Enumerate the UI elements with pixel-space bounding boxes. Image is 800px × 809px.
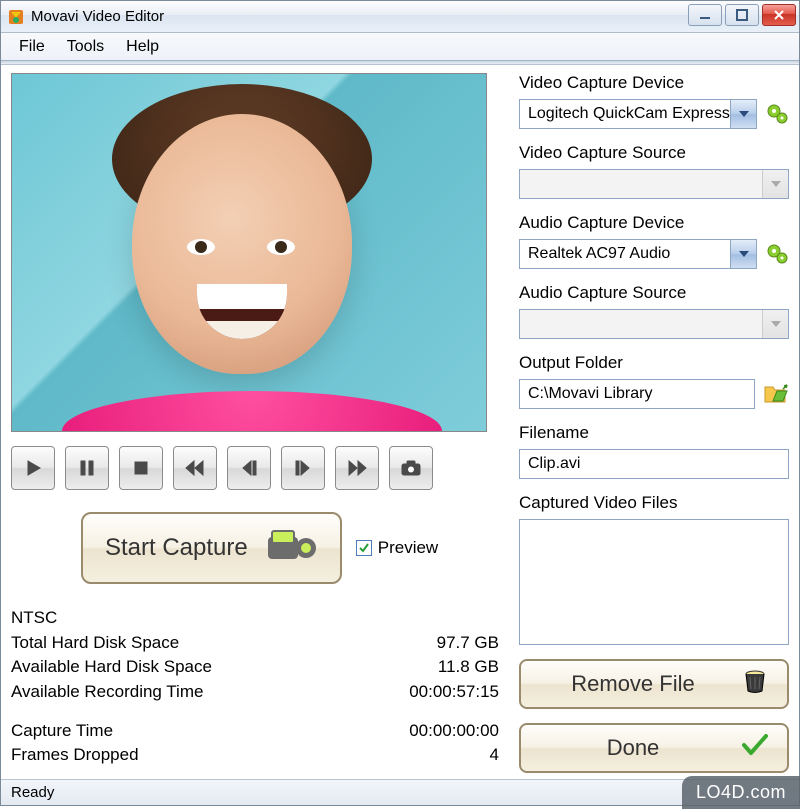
video-source-select (519, 169, 789, 199)
statusbar: Ready (1, 779, 799, 805)
done-label: Done (539, 735, 727, 761)
step-forward-button[interactable] (281, 446, 325, 490)
output-folder-input[interactable]: C:\Movavi Library (519, 379, 755, 409)
play-button[interactable] (11, 446, 55, 490)
window-title: Movavi Video Editor (31, 8, 688, 25)
frames-dropped-value: 4 (490, 743, 499, 768)
total-disk-value: 97.7 GB (437, 631, 499, 656)
start-capture-label: Start Capture (105, 534, 248, 562)
captured-files-label: Captured Video Files (519, 493, 789, 513)
trash-icon (741, 667, 769, 701)
playback-controls (11, 446, 509, 490)
video-device-settings-button[interactable] (765, 102, 789, 126)
captured-files-list[interactable] (519, 519, 789, 645)
minimize-button[interactable] (688, 4, 722, 26)
frames-dropped-label: Frames Dropped (11, 743, 139, 768)
chevron-down-icon (762, 310, 788, 338)
video-standard: NTSC (11, 606, 57, 631)
audio-device-settings-button[interactable] (765, 242, 789, 266)
video-preview (11, 73, 487, 432)
filename-value: Clip.avi (528, 455, 580, 473)
capture-time-value: 00:00:00:00 (409, 719, 499, 744)
camcorder-icon (266, 529, 318, 567)
close-button[interactable] (762, 4, 796, 26)
rec-time-value: 00:00:57:15 (409, 680, 499, 705)
total-disk-label: Total Hard Disk Space (11, 631, 179, 656)
rewind-button[interactable] (173, 446, 217, 490)
checkbox-icon (356, 540, 372, 556)
done-button[interactable]: Done (519, 723, 789, 773)
stop-button[interactable] (119, 446, 163, 490)
audio-source-select (519, 309, 789, 339)
output-folder-value: C:\Movavi Library (528, 385, 652, 403)
capture-stats: NTSC Total Hard Disk Space 97.7 GB Availa… (11, 606, 509, 768)
titlebar: Movavi Video Editor (1, 1, 799, 33)
avail-disk-value: 11.8 GB (438, 655, 499, 680)
filename-label: Filename (519, 423, 789, 443)
audio-device-select[interactable]: Realtek AC97 Audio (519, 239, 757, 269)
start-capture-button[interactable]: Start Capture (81, 512, 342, 584)
audio-source-label: Audio Capture Source (519, 283, 789, 303)
capture-time-label: Capture Time (11, 719, 113, 744)
video-device-select[interactable]: Logitech QuickCam Express (519, 99, 757, 129)
maximize-button[interactable] (725, 4, 759, 26)
chevron-down-icon (730, 240, 756, 268)
output-folder-label: Output Folder (519, 353, 789, 373)
rec-time-label: Available Recording Time (11, 680, 203, 705)
chevron-down-icon (762, 170, 788, 198)
avail-disk-label: Available Hard Disk Space (11, 655, 212, 680)
remove-file-button[interactable]: Remove File (519, 659, 789, 709)
video-device-label: Video Capture Device (519, 73, 789, 93)
app-window: Movavi Video Editor File Tools Help (0, 0, 800, 806)
pause-button[interactable] (65, 446, 109, 490)
video-device-value: Logitech QuickCam Express (528, 105, 730, 123)
browse-folder-button[interactable] (763, 383, 789, 405)
menubar: File Tools Help (1, 33, 799, 61)
watermark: LO4D.com (682, 776, 800, 809)
fast-forward-button[interactable] (335, 446, 379, 490)
status-text: Ready (11, 784, 54, 801)
audio-device-value: Realtek AC97 Audio (528, 245, 670, 263)
step-back-button[interactable] (227, 446, 271, 490)
filename-input[interactable]: Clip.avi (519, 449, 789, 479)
remove-file-label: Remove File (539, 671, 727, 697)
preview-checkbox[interactable]: Preview (356, 538, 438, 558)
menu-tools[interactable]: Tools (59, 36, 112, 58)
preview-checkbox-label: Preview (378, 538, 438, 558)
menu-help[interactable]: Help (118, 36, 167, 58)
checkmark-icon (741, 733, 769, 763)
app-icon (7, 8, 25, 26)
video-source-label: Video Capture Source (519, 143, 789, 163)
chevron-down-icon (730, 100, 756, 128)
menu-file[interactable]: File (11, 36, 53, 58)
audio-device-label: Audio Capture Device (519, 213, 789, 233)
snapshot-button[interactable] (389, 446, 433, 490)
